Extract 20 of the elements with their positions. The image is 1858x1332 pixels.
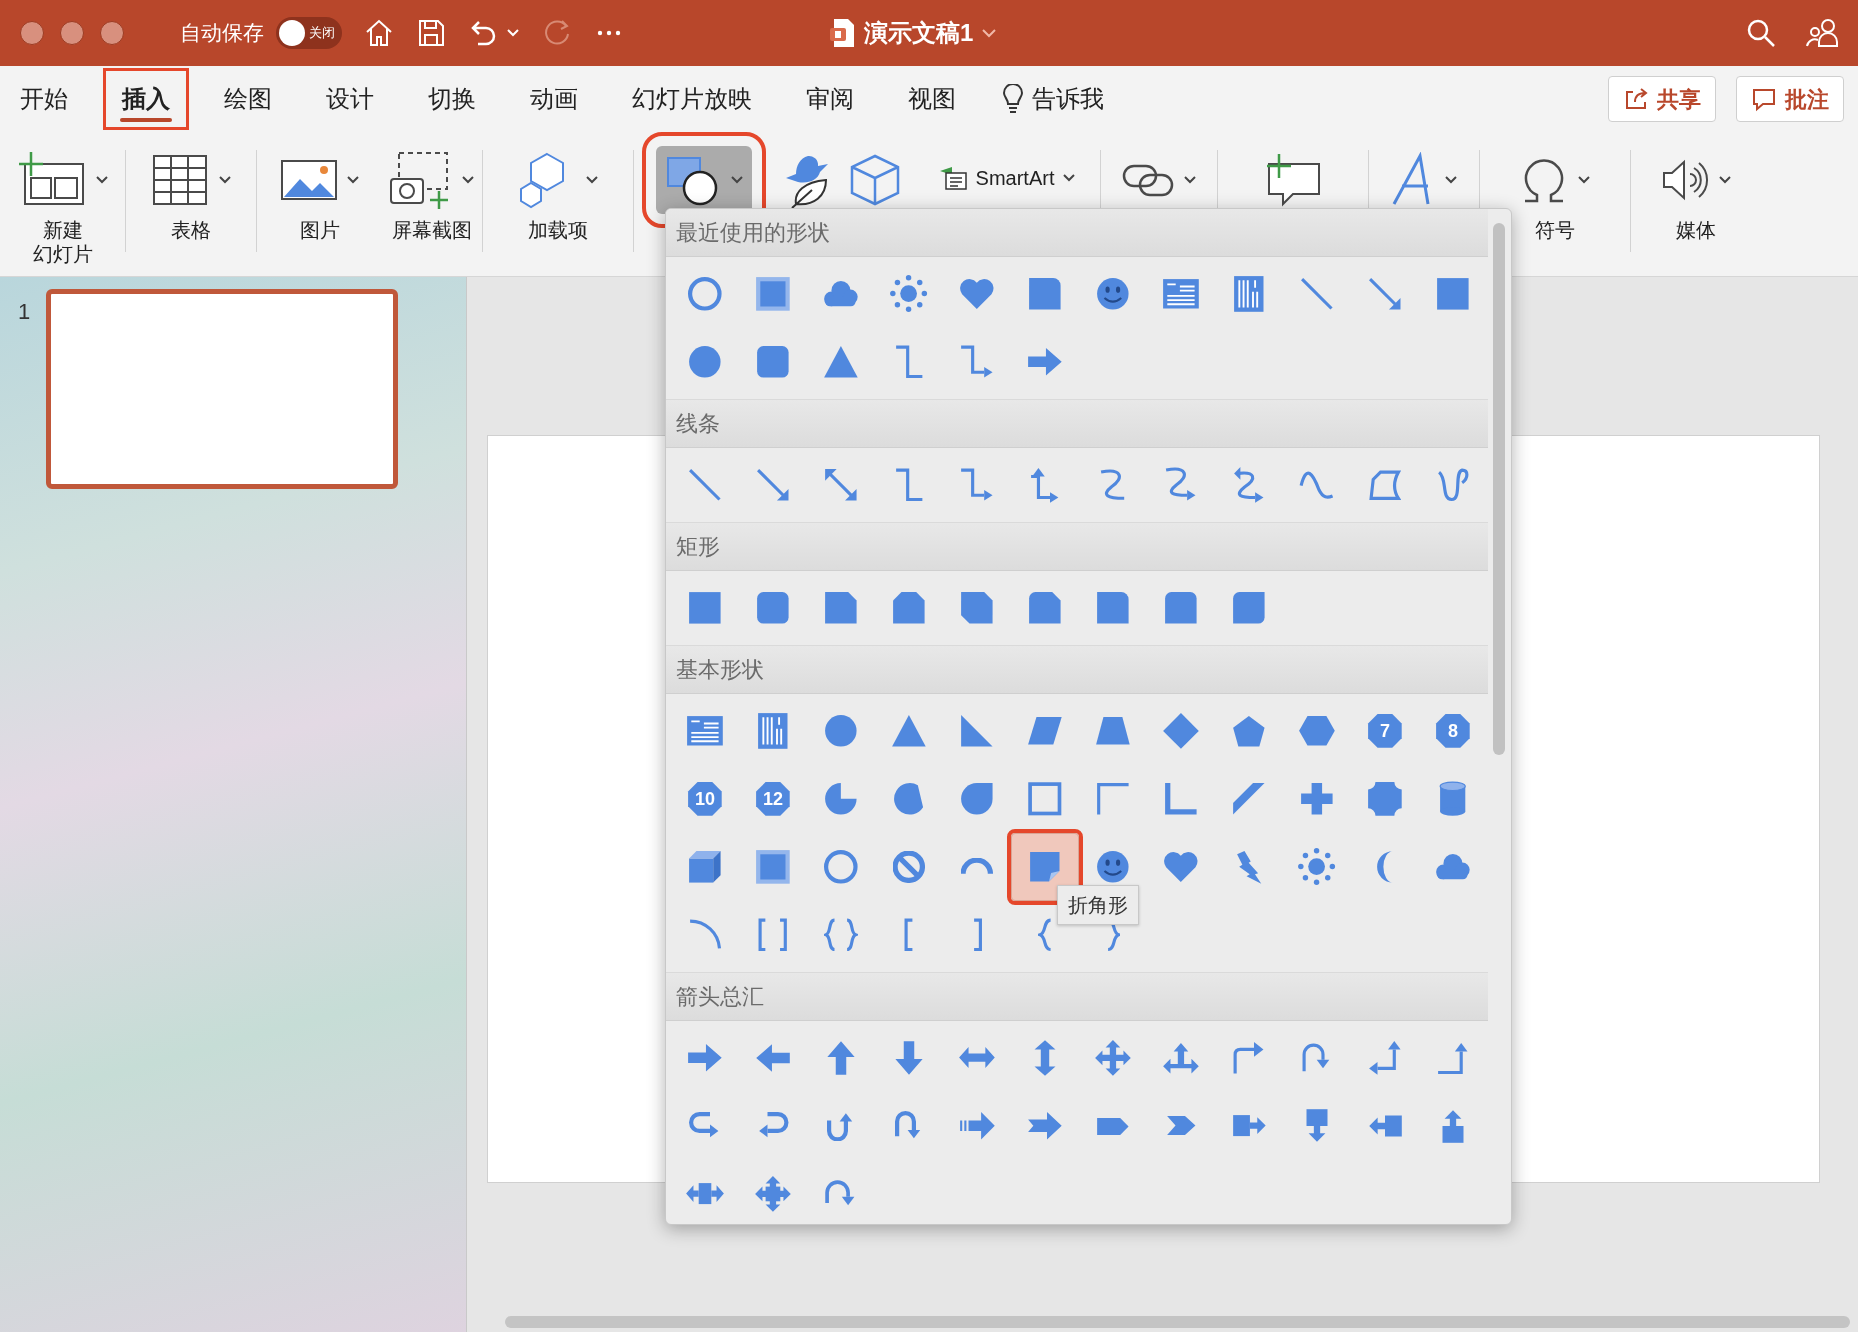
ribbon-label: 加载项: [528, 218, 588, 242]
shape-number: 10: [695, 789, 715, 809]
section-header: 线条: [666, 400, 1488, 448]
window-title: 演示文稿1: [864, 18, 974, 48]
section-header: 最近使用的形状: [666, 209, 1488, 257]
shape-number: 7: [1380, 721, 1390, 741]
ribbon-label: 媒体: [1676, 218, 1716, 242]
ribbon-label: 符号: [1535, 218, 1575, 242]
section-header: 基本形状: [666, 646, 1488, 694]
shape-number: 8: [1448, 721, 1458, 741]
autosave-label: 自动保存: [180, 20, 264, 47]
ribbon-label: 图片: [299, 218, 340, 242]
ribbon-label: 屏幕截图: [392, 218, 472, 242]
ribbon-label: 新建 幻灯片: [32, 218, 93, 266]
ribbon-label: 表格: [171, 218, 211, 242]
shape-number: 12: [763, 789, 783, 809]
tooltip: 折角形: [1057, 885, 1139, 925]
section-header: 矩形: [666, 523, 1488, 571]
section-header: 箭头总汇: [666, 973, 1488, 1021]
slide-number: 1: [18, 298, 31, 326]
